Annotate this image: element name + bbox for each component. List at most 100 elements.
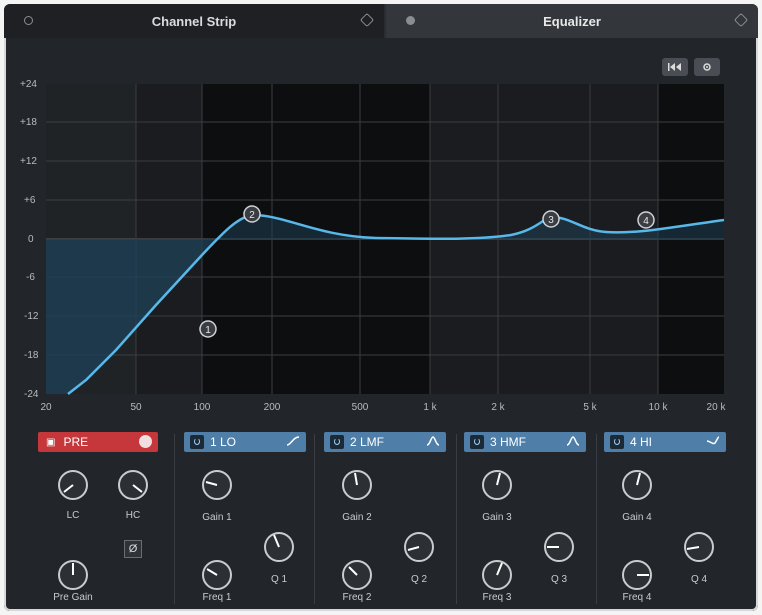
hc-knob[interactable]	[116, 468, 150, 502]
gain-knob[interactable]	[340, 468, 374, 502]
x-tick: 500	[352, 402, 369, 413]
q-knob[interactable]	[402, 530, 436, 564]
y-tick: +6	[24, 195, 36, 206]
x-axis-ticks: 20 50 100 200 500 1 k 2 k 5 k 10 k 20 k	[40, 402, 726, 413]
node-4[interactable]: 4	[637, 211, 655, 229]
q-knob[interactable]	[682, 530, 716, 564]
equalizer-window: Channel Strip Equalizer 1 2 3 4 +24 +18 …	[4, 4, 758, 611]
gain-knob[interactable]	[620, 468, 654, 502]
power-icon[interactable]	[470, 435, 484, 449]
band-3-button[interactable]: 3 HMF	[464, 432, 586, 452]
band-2-section: 2 LMF Gain 2 Q 2 Freq 2	[318, 428, 456, 603]
x-tick: 20 k	[707, 402, 727, 413]
pre-label: PRE	[63, 435, 89, 449]
tab-status-dot	[24, 16, 33, 25]
pin-icon[interactable]	[359, 12, 375, 28]
pregain-label: Pre Gain	[53, 592, 93, 603]
svg-text:2: 2	[249, 210, 255, 221]
lc-knob[interactable]	[56, 468, 90, 502]
peak-icon[interactable]	[426, 435, 440, 447]
q-label: Q 4	[690, 574, 708, 585]
node-3[interactable]: 3	[542, 210, 560, 228]
peak-icon[interactable]	[566, 435, 580, 447]
tab-label: Channel Strip	[151, 13, 237, 29]
pre-toggle-icon[interactable]	[139, 435, 152, 448]
q-knob[interactable]	[542, 530, 576, 564]
y-tick: -12	[24, 311, 39, 322]
x-tick: 20	[40, 402, 52, 413]
gain-label: Gain 2	[342, 512, 372, 523]
band-name: 3 HMF	[490, 435, 526, 449]
pregain-knob[interactable]	[56, 558, 90, 592]
y-tick: 0	[28, 234, 34, 245]
freq-label: Freq 2	[342, 592, 372, 603]
node-2[interactable]: 2	[243, 205, 261, 223]
x-tick: 100	[194, 402, 211, 413]
gain-label: Gain 4	[622, 512, 652, 523]
band-1-button[interactable]: 1 LO	[184, 432, 306, 452]
section-divider	[174, 434, 175, 604]
y-tick: -6	[26, 272, 35, 283]
lc-label: LC	[66, 510, 80, 521]
q-knob[interactable]	[262, 530, 296, 564]
section-divider	[314, 434, 315, 604]
phase-invert-button[interactable]: Ø	[124, 540, 142, 558]
band-name: 1 LO	[210, 435, 237, 449]
gain-knob[interactable]	[200, 468, 234, 502]
svg-text:1: 1	[205, 325, 211, 336]
node-1[interactable]: 1	[199, 320, 217, 338]
x-tick: 2 k	[491, 402, 505, 413]
band-4-button[interactable]: 4 HI	[604, 432, 726, 452]
y-tick: +12	[20, 156, 37, 167]
freq-knob[interactable]	[340, 558, 374, 592]
pre-section: ▣ PRE LC HC Ø Pre Gain	[6, 428, 174, 603]
tab-label: Equalizer	[543, 13, 601, 29]
x-tick: 50	[130, 402, 142, 413]
svg-text:4: 4	[643, 216, 649, 227]
q-label: Q 1	[270, 574, 288, 585]
q-label: Q 3	[550, 574, 568, 585]
band-3-section: 3 HMF Gain 3 Q 3 Freq 3	[458, 428, 596, 603]
gain-label: Gain 3	[482, 512, 512, 523]
reset-button[interactable]	[662, 58, 688, 76]
eq-panel: 1 2 3 4 +24 +18 +12 +6 0 -6 -12 -18 -24 …	[4, 38, 758, 611]
freq-label: Freq 3	[482, 592, 512, 603]
x-tick: 10 k	[649, 402, 669, 413]
tab-status-dot	[406, 16, 415, 25]
freq-knob[interactable]	[620, 558, 654, 592]
freq-knob[interactable]	[200, 558, 234, 592]
settings-button[interactable]	[694, 58, 720, 76]
eq-curve-display[interactable]: 1 2 3 4 +24 +18 +12 +6 0 -6 -12 -18 -24 …	[16, 50, 728, 424]
band-2-button[interactable]: 2 LMF	[324, 432, 446, 452]
y-tick: +18	[20, 117, 37, 128]
x-tick: 1 k	[423, 402, 437, 413]
y-tick: -18	[24, 350, 39, 361]
band-1-section: 1 LO Gain 1 Q 1 Freq 1	[178, 428, 314, 603]
band-name: 4 HI	[630, 435, 653, 449]
tab-channel-strip[interactable]: Channel Strip	[4, 4, 384, 40]
x-tick: 5 k	[583, 402, 597, 413]
pre-filter-icon: ▣	[46, 436, 56, 448]
y-axis-ticks: +24 +18 +12 +6 0 -6 -12 -18 -24	[20, 79, 39, 400]
freq-label: Freq 4	[622, 592, 652, 603]
power-icon[interactable]	[330, 435, 344, 449]
power-icon[interactable]	[190, 435, 204, 449]
high-shelf-icon[interactable]	[706, 435, 720, 447]
low-shelf-icon[interactable]	[286, 435, 300, 447]
band-4-section: 4 HI Gain 4 Q 4 Freq 4	[598, 428, 758, 603]
gear-icon	[703, 63, 711, 71]
x-tick: 200	[264, 402, 281, 413]
hc-label: HC	[125, 510, 141, 521]
pre-button[interactable]: ▣ PRE	[38, 432, 158, 452]
skip-back-icon	[668, 63, 681, 71]
freq-knob[interactable]	[480, 558, 514, 592]
q-label: Q 2	[410, 574, 428, 585]
section-divider	[456, 434, 457, 604]
y-tick: -24	[24, 389, 39, 400]
power-icon[interactable]	[610, 435, 624, 449]
pin-icon[interactable]	[733, 12, 749, 28]
gain-knob[interactable]	[480, 468, 514, 502]
y-tick: +24	[20, 79, 37, 90]
tab-equalizer[interactable]: Equalizer	[386, 4, 758, 38]
freq-label: Freq 1	[202, 592, 232, 603]
